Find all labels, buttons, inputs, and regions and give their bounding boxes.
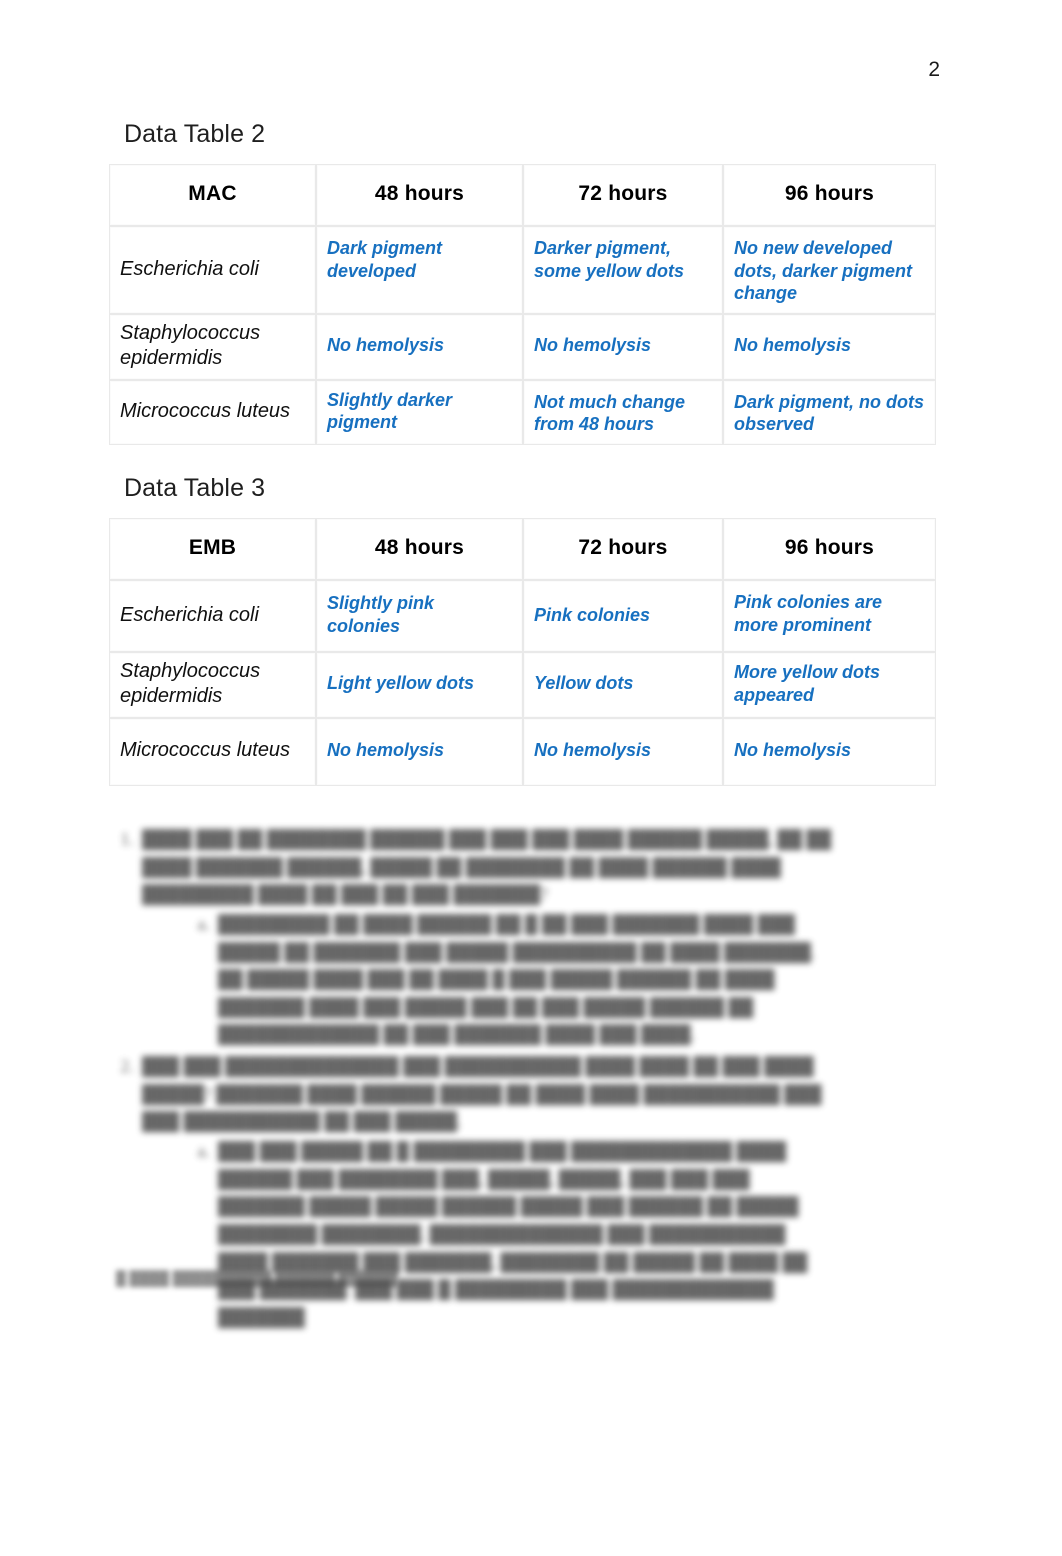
observation-72h: Darker pigment, some yellow dots: [523, 226, 723, 315]
answer-list-2: ███ ███ █████ ██ █ █████████ ███ ███████…: [142, 1138, 832, 1331]
redacted-footer-line: █ ████ ██████████ ██████ ██████: [116, 1272, 398, 1287]
species-name: Escherichia coli: [109, 580, 316, 652]
table-row: Staphylococcus epidermidis No hemolysis …: [109, 314, 936, 380]
observation-48h: Slightly darker pigment: [316, 379, 523, 445]
page-number: 2: [928, 58, 940, 81]
species-name: Staphylococcus epidermidis: [109, 314, 316, 380]
observation-48h: No hemolysis: [316, 314, 523, 380]
data-table-2: MAC 48 hours 72 hours 96 hours Escherich…: [109, 164, 936, 445]
table-row: Escherichia coli Dark pigment developed …: [109, 226, 936, 315]
observation-72h: Not much change from 48 hours: [523, 379, 723, 445]
answer-item-1a: █████████ ██ ████ ██████ ██ █ ██ ███ ███…: [214, 911, 832, 1049]
column-header-medium: MAC: [109, 164, 316, 226]
table-row: Escherichia coli Slightly pink colonies …: [109, 580, 936, 652]
observation-48h: No hemolysis: [316, 717, 523, 786]
observation-72h: No hemolysis: [523, 717, 723, 786]
species-name: Escherichia coli: [109, 226, 316, 315]
column-header-96h: 96 hours: [723, 518, 936, 580]
question-item-1: ████ ███ ██ ████████ ██████ ███ ███ ███ …: [138, 826, 832, 1049]
observation-96h: No hemolysis: [723, 717, 936, 786]
redacted-question-list: ████ ███ ██ ████████ ██████ ███ ███ ███ …: [112, 826, 832, 1336]
observation-48h: Slightly pink colonies: [316, 580, 523, 652]
question-item-2: ███ ███ ██████████████ ███ ███████████ █…: [138, 1053, 832, 1331]
observation-96h: More yellow dots appeared: [723, 652, 936, 718]
column-header-72h: 72 hours: [523, 518, 723, 580]
answer-list-1: █████████ ██ ████ ██████ ██ █ ██ ███ ███…: [142, 911, 832, 1049]
question-2-text: ███ ███ ██████████████ ███ ███████████ █…: [142, 1056, 822, 1132]
table-header-row: MAC 48 hours 72 hours 96 hours: [109, 164, 936, 226]
document-page: 2 Data Table 2 MAC 48 hours 72 hours 96 …: [0, 0, 1062, 1556]
data-table-3: EMB 48 hours 72 hours 96 hours Escherich…: [109, 518, 936, 786]
observation-96h: Dark pigment, no dots observed: [723, 379, 936, 445]
column-header-medium: EMB: [109, 518, 316, 580]
table-row: Micrococcus luteus No hemolysis No hemol…: [109, 717, 936, 786]
table-header-row: EMB 48 hours 72 hours 96 hours: [109, 518, 936, 580]
observation-96h: No new developed dots, darker pigment ch…: [723, 226, 936, 315]
data-table-3-container: EMB 48 hours 72 hours 96 hours Escherich…: [109, 518, 936, 786]
table-row: Staphylococcus epidermidis Light yellow …: [109, 652, 936, 718]
species-name: Micrococcus luteus: [109, 717, 316, 786]
observation-48h: Dark pigment developed: [316, 226, 523, 315]
observation-72h: Yellow dots: [523, 652, 723, 718]
question-list: ████ ███ ██ ████████ ██████ ███ ███ ███ …: [112, 826, 832, 1332]
column-header-48h: 48 hours: [316, 518, 523, 580]
species-name: Staphylococcus epidermidis: [109, 652, 316, 718]
table-row: Micrococcus luteus Slightly darker pigme…: [109, 379, 936, 445]
data-table-2-container: MAC 48 hours 72 hours 96 hours Escherich…: [109, 164, 936, 445]
question-1-text: ████ ███ ██ ████████ ██████ ███ ███ ███ …: [142, 829, 832, 905]
answer-item-2a: ███ ███ █████ ██ █ █████████ ███ ███████…: [214, 1138, 832, 1331]
observation-72h: No hemolysis: [523, 314, 723, 380]
data-table-3-heading: Data Table 3: [124, 474, 266, 502]
observation-48h: Light yellow dots: [316, 652, 523, 718]
column-header-96h: 96 hours: [723, 164, 936, 226]
data-table-2-heading: Data Table 2: [124, 120, 266, 148]
observation-96h: No hemolysis: [723, 314, 936, 380]
species-name: Micrococcus luteus: [109, 379, 316, 445]
column-header-48h: 48 hours: [316, 164, 523, 226]
observation-96h: Pink colonies are more prominent: [723, 580, 936, 652]
column-header-72h: 72 hours: [523, 164, 723, 226]
observation-72h: Pink colonies: [523, 580, 723, 652]
